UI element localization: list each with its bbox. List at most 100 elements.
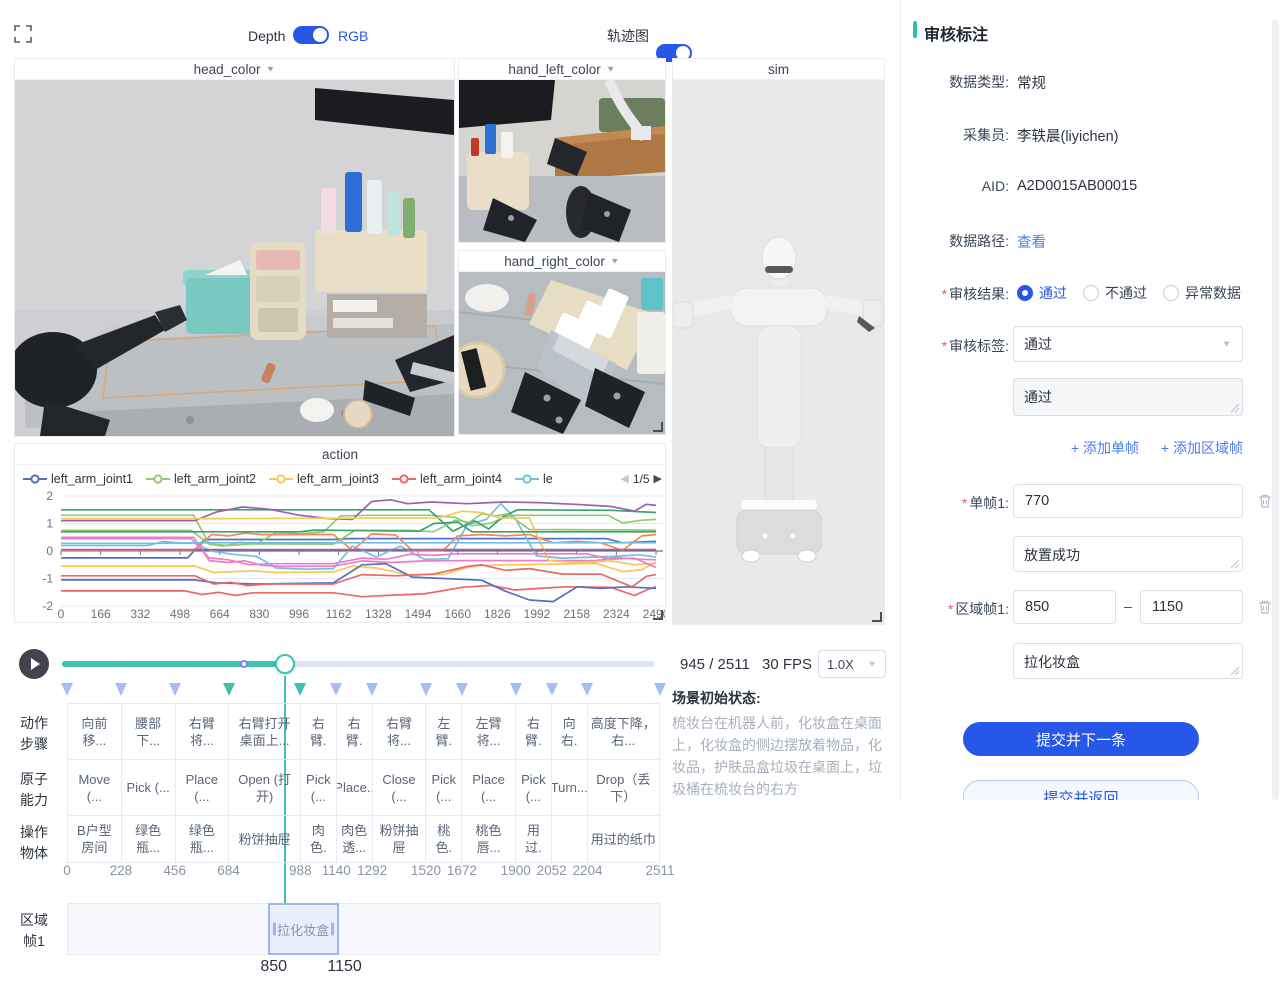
table-cell[interactable]: 用过的纸巾 [588,816,660,863]
table-cell[interactable]: 肉色透... [337,816,373,863]
depth-rgb-toggle[interactable] [293,26,329,44]
segment-marker[interactable] [115,683,127,696]
region-right-handle[interactable] [331,923,334,936]
table-cell[interactable]: Pick (... [301,760,337,816]
chevron-down-icon: ▼ [606,65,616,74]
review-panel: 审核标注 数据类型: 常规 采集员: 李轶晨(liyichen) AID: A2… [900,0,1280,800]
legend-marker-icon [23,474,47,484]
table-cell[interactable]: Place.. [337,760,373,816]
table-cell[interactable]: Drop（丢下） [588,760,660,816]
table-cell[interactable]: 向前移... [68,704,122,760]
table-cell[interactable]: B户型房间 [68,816,122,863]
legend-item[interactable]: left_arm_joint3 [269,472,379,486]
table-cell[interactable] [552,816,588,863]
region-start-input[interactable]: 850 [1013,590,1116,624]
table-cell[interactable]: Pick (... [122,760,176,816]
playback-slider[interactable] [62,661,655,667]
legend-marker-icon [515,474,539,484]
table-cell[interactable]: Move (... [68,760,122,816]
region-frame-block[interactable]: 拉化妆盒 [268,903,339,955]
legend-prev-icon[interactable]: ◀ [620,472,628,485]
table-cell[interactable]: Open (打开) [229,760,301,816]
region-left-handle[interactable] [273,923,276,936]
slider-handle[interactable] [275,654,295,674]
table-cell[interactable]: Place (... [176,760,230,816]
table-cell[interactable]: Pick (... [426,760,462,816]
table-cell[interactable]: 左臂将... [462,704,516,760]
table-cell[interactable]: 粉饼抽屉 [373,816,427,863]
table-cell[interactable]: 左臂. [426,704,462,760]
legend-item[interactable]: left_arm_joint2 [146,472,256,486]
table-cell[interactable]: 绿色瓶... [122,816,176,863]
segment-marker[interactable] [294,683,306,696]
region-frame-track[interactable]: 拉化妆盒 [67,903,660,955]
delete-single-frame-icon[interactable] [1257,493,1273,509]
head-color-header[interactable]: head_color ▼ [15,59,454,80]
play-button[interactable] [19,649,49,679]
resize-handle[interactable] [654,611,663,620]
svg-text:1494: 1494 [405,607,432,621]
svg-text:1992: 1992 [524,607,551,621]
legend-item-truncated[interactable]: le [515,472,553,486]
resize-handle[interactable] [654,423,663,432]
table-cell[interactable]: 桃色. [426,816,462,863]
submit-next-button[interactable]: 提交并下一条 [963,722,1199,756]
legend-next-icon[interactable]: ▶ [654,472,662,485]
segment-marker[interactable] [223,683,235,696]
tag-note-textarea[interactable]: 通过 [1013,378,1243,416]
table-cell[interactable]: 向右. [552,704,588,760]
region-end-input[interactable]: 1150 [1140,590,1243,624]
table-cell[interactable]: Turn... [552,760,588,816]
action-trajectory-chart[interactable]: 210-1-2016633249866483099611621328149416… [15,490,665,623]
delete-region-frame-icon[interactable] [1257,599,1273,615]
segment-marker[interactable] [61,683,73,696]
tag-select[interactable]: 通过 ▼ [1013,326,1243,362]
legend-item[interactable]: left_arm_joint1 [23,472,133,486]
segment-marker[interactable] [581,683,593,696]
table-cell[interactable]: 右臂. [301,704,337,760]
add-single-frame-link[interactable]: + 添加单帧 [1071,440,1139,456]
table-cell[interactable]: Pick (... [516,760,552,816]
segment-marker[interactable] [510,683,522,696]
table-cell[interactable]: 粉饼抽屉 [229,816,301,863]
svg-text:-2: -2 [42,599,53,613]
table-cell[interactable]: 右臂将... [373,704,427,760]
table-cell[interactable]: 肉色. [301,816,337,863]
radio-option[interactable]: 通过 [1017,283,1067,303]
segment-marker[interactable] [420,683,432,696]
radio-option[interactable]: 异常数据 [1163,283,1241,303]
segment-marker[interactable] [654,683,666,696]
hand-left-header[interactable]: hand_left_color ▼ [459,59,665,80]
table-cell[interactable]: Close (... [373,760,427,816]
single-frame-label: *单帧1: [909,493,1009,513]
submit-return-button[interactable]: 提交并返回 [963,780,1199,800]
single-frame-marker[interactable] [240,660,248,668]
radio-option[interactable]: 不通过 [1083,283,1147,303]
fullscreen-icon[interactable] [14,25,32,43]
legend-item[interactable]: left_arm_joint4 [392,472,502,486]
segment-marker[interactable] [366,683,378,696]
resize-handle[interactable] [873,613,882,622]
table-cell[interactable]: 右臂. [337,704,373,760]
single-frame-input[interactable]: 770 [1013,484,1243,518]
scrollbar-track[interactable] [1272,20,1279,800]
segment-marker[interactable] [169,683,181,696]
table-cell[interactable]: 绿色瓶... [176,816,230,863]
table-cell[interactable]: 腰部下... [122,704,176,760]
segment-marker[interactable] [546,683,558,696]
table-cell[interactable]: 高度下降，右... [588,704,660,760]
table-cell[interactable]: Place (... [462,760,516,816]
add-region-frame-link[interactable]: + 添加区域帧 [1161,440,1243,456]
data-path-link[interactable]: 查看 [1017,231,1046,252]
table-cell[interactable]: 用过. [516,816,552,863]
segment-marker[interactable] [456,683,468,696]
single-frame-note-textarea[interactable]: 放置成功 [1013,536,1243,572]
region-frame-note-textarea[interactable]: 拉化妆盒 [1013,643,1243,679]
table-cell[interactable]: 右臂将... [176,704,230,760]
hand-right-header[interactable]: hand_right_color ▼ [459,251,665,272]
speed-select[interactable]: 1.0X ▼ [818,650,886,678]
table-cell[interactable]: 右臂. [516,704,552,760]
segment-marker[interactable] [330,683,342,696]
table-cell[interactable]: 桃色唇... [462,816,516,863]
table-cell[interactable]: 右臂打开桌面上... [229,704,301,760]
